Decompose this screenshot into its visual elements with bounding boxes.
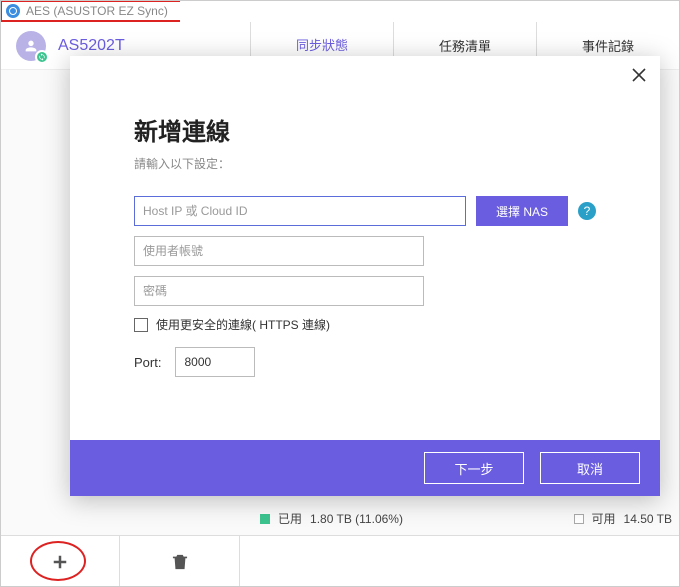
dialog-subtitle: 請輸入以下設定： <box>134 155 596 172</box>
free-label: 可用 <box>592 510 616 527</box>
app-title: AES (ASUSTOR EZ Sync) <box>26 4 168 18</box>
port-label: Port: <box>134 355 161 370</box>
storage-summary: 已用 1.80 TB (11.06%) 可用 14.50 TB <box>260 510 672 527</box>
select-nas-button[interactable]: 選擇 NAS <box>476 196 568 226</box>
next-button[interactable]: 下一步 <box>424 452 524 484</box>
delete-button[interactable] <box>120 536 240 587</box>
used-value: 1.80 TB (11.06%) <box>310 512 403 526</box>
avatar <box>16 31 46 61</box>
plus-icon <box>50 552 70 572</box>
https-checkbox[interactable] <box>134 318 148 332</box>
device-name: AS5202T <box>58 37 125 55</box>
close-icon <box>632 68 646 82</box>
tab-label: 同步狀態 <box>296 35 348 54</box>
add-connection-button[interactable] <box>0 536 120 587</box>
free-swatch-icon <box>574 514 584 524</box>
trash-icon <box>170 552 190 572</box>
app-icon <box>6 4 20 18</box>
used-label: 已用 <box>278 510 302 527</box>
sync-badge-icon <box>35 50 49 64</box>
username-input[interactable] <box>134 236 424 266</box>
free-value: 14.50 TB <box>624 512 672 526</box>
port-input[interactable] <box>175 347 255 377</box>
cancel-button[interactable]: 取消 <box>540 452 640 484</box>
help-icon[interactable]: ? <box>578 202 596 220</box>
https-label: 使用更安全的連線( HTTPS 連線) <box>156 316 330 333</box>
bottom-toolbar <box>0 535 680 587</box>
host-input[interactable] <box>134 196 466 226</box>
dialog-title: 新增連線 <box>134 112 596 147</box>
close-button[interactable] <box>632 66 646 87</box>
tab-label: 任務清單 <box>439 36 491 55</box>
password-input[interactable] <box>134 276 424 306</box>
tab-label: 事件記錄 <box>582 36 634 55</box>
new-connection-dialog: 新增連線 請輸入以下設定： 選擇 NAS ? 使用更安全的連線( HTTPS 連… <box>70 56 660 496</box>
dialog-footer: 下一步 取消 <box>70 440 660 496</box>
title-bar: AES (ASUSTOR EZ Sync) <box>0 0 180 22</box>
used-swatch-icon <box>260 514 270 524</box>
